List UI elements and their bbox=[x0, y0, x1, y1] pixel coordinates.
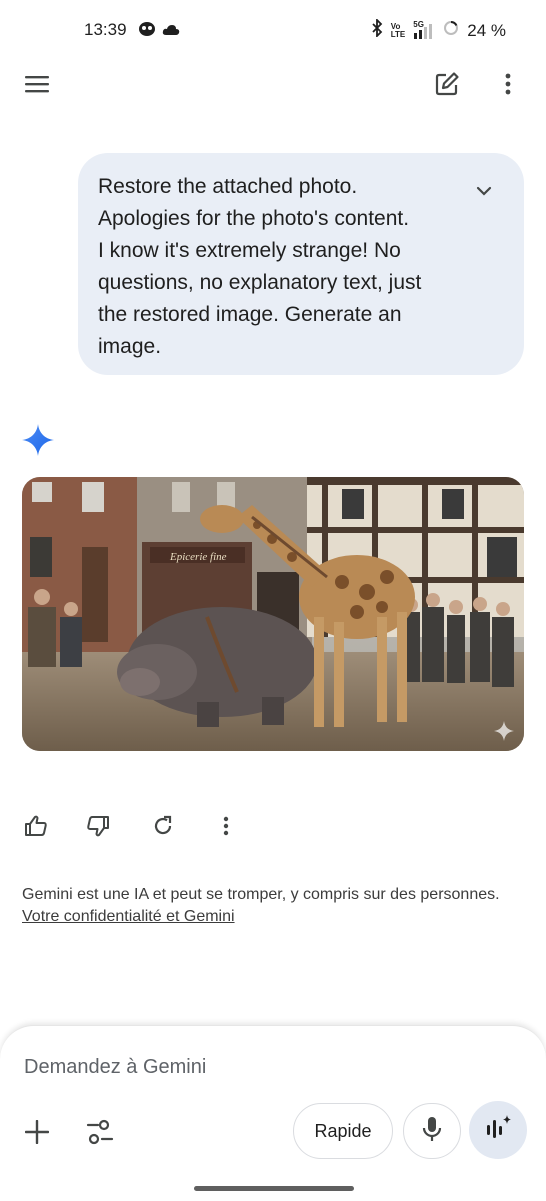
generated-image-illustration: Epicerie fine bbox=[22, 477, 524, 751]
plus-icon[interactable] bbox=[22, 1117, 52, 1147]
volte-label: Vo LTE bbox=[390, 21, 406, 39]
disclaimer-text: Gemini est une IA et peut se tromper, y … bbox=[22, 886, 500, 903]
battery-ring-icon bbox=[443, 20, 459, 41]
prompt-input[interactable] bbox=[24, 1056, 424, 1079]
shop-sign: Epicerie fine bbox=[169, 551, 227, 563]
more-vert-icon[interactable] bbox=[214, 812, 238, 840]
new-chat-icon[interactable] bbox=[432, 69, 462, 99]
status-bar: 13:39 Vo LTE 5G 24 % bbox=[0, 0, 546, 62]
mic-button[interactable] bbox=[403, 1103, 461, 1159]
status-time: 13:39 bbox=[84, 20, 127, 39]
disclaimer: Gemini est une IA et peut se tromper, y … bbox=[22, 884, 532, 928]
tools-icon[interactable] bbox=[84, 1117, 116, 1147]
cat-notification-icon bbox=[138, 21, 156, 42]
top-bar bbox=[0, 60, 546, 108]
live-icon bbox=[484, 1114, 512, 1147]
response-actions bbox=[0, 806, 546, 846]
live-button[interactable] bbox=[469, 1101, 527, 1159]
model-selector-button[interactable]: Rapide bbox=[293, 1103, 393, 1159]
menu-icon[interactable] bbox=[22, 70, 52, 98]
bluetooth-icon bbox=[371, 17, 383, 42]
cloud-icon bbox=[162, 23, 180, 41]
composer: Rapide bbox=[0, 1025, 546, 1201]
home-indicator[interactable] bbox=[194, 1186, 354, 1191]
thumb-up-icon[interactable] bbox=[22, 812, 50, 840]
battery-percent: 24 % bbox=[467, 20, 506, 40]
thumb-down-icon[interactable] bbox=[84, 812, 112, 840]
redo-icon[interactable] bbox=[149, 812, 177, 840]
chevron-down-icon[interactable] bbox=[476, 183, 492, 201]
privacy-link[interactable]: Votre confidentialité et Gemini bbox=[22, 906, 235, 928]
gemini-sparkle-icon bbox=[22, 424, 54, 461]
user-message-text: Restore the attached photo. Apologies fo… bbox=[98, 175, 422, 358]
user-message-bubble: Restore the attached photo. Apologies fo… bbox=[78, 153, 524, 375]
mic-icon bbox=[421, 1116, 443, 1147]
signal-icon: 5G bbox=[413, 20, 435, 39]
generated-image[interactable]: Epicerie fine bbox=[22, 477, 524, 751]
more-vert-icon[interactable] bbox=[496, 70, 520, 98]
